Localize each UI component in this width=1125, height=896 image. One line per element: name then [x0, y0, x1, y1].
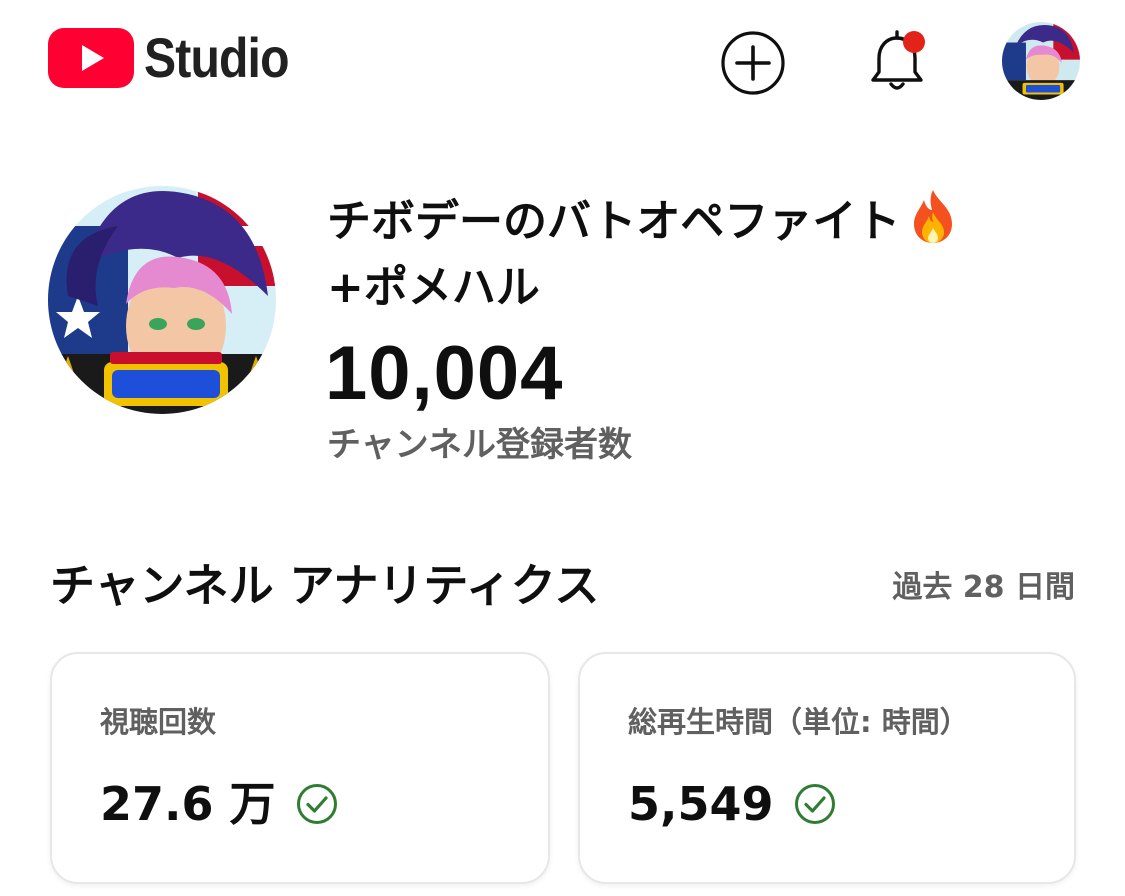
channel-name: チボデーのバトオペファイト +ポメハル	[327, 188, 1067, 321]
check-circle-icon	[296, 784, 337, 824]
app-header: Studio	[0, 0, 1125, 125]
views-card[interactable]: 視聴回数 27.6 万	[50, 652, 550, 884]
avatar-image	[1002, 22, 1080, 100]
fire-emoji-icon	[914, 190, 953, 243]
create-plus-icon	[721, 31, 785, 95]
notification-dot	[903, 31, 925, 53]
views-value-row: 27.6 万	[100, 772, 338, 836]
watch-time-value-row: 5,549	[628, 772, 836, 836]
analytics-title: チャンネル アナリティクス	[50, 559, 600, 612]
subscriber-label: チャンネル登録者数	[327, 425, 632, 465]
views-label: 視聴回数	[100, 705, 217, 739]
channel-name-line1: チボデーのバトオペファイト	[327, 196, 901, 247]
logo-text: Studio	[144, 26, 290, 89]
analytics-period: 過去 28 日間	[892, 570, 1075, 605]
channel-avatar[interactable]	[48, 186, 276, 414]
channel-avatar-image	[48, 186, 276, 414]
create-button[interactable]	[720, 30, 786, 96]
watch-time-value: 5,549	[628, 777, 774, 831]
youtube-logo-icon	[48, 28, 134, 88]
check-circle-icon	[794, 784, 835, 824]
account-avatar[interactable]	[1002, 22, 1080, 100]
bell-icon	[871, 30, 925, 90]
studio-logo[interactable]: Studio	[48, 28, 312, 88]
views-value: 27.6 万	[100, 777, 276, 831]
subscriber-count: 10,004	[325, 331, 564, 416]
notifications-button[interactable]	[866, 26, 932, 96]
watch-time-label: 総再生時間（単位: 時間）	[628, 705, 969, 739]
watch-time-card[interactable]: 総再生時間（単位: 時間） 5,549	[578, 652, 1076, 884]
channel-name-line2: +ポメハル	[327, 262, 540, 313]
